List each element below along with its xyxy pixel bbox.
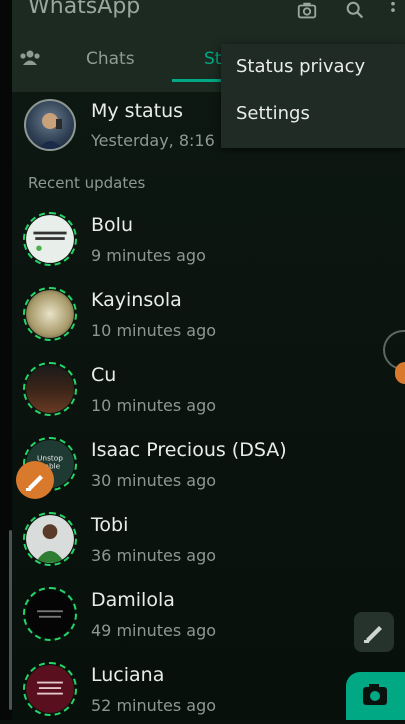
contact-avatar[interactable]	[26, 665, 74, 713]
my-status-avatar[interactable]	[24, 99, 76, 151]
my-status-time: Yesterday, 8:16	[91, 131, 215, 150]
contact-avatar[interactable]	[26, 215, 74, 263]
contact-name[interactable]: Bolu	[91, 214, 133, 236]
contact-time: 49 minutes ago	[91, 621, 217, 640]
contact-name[interactable]: Luciana	[91, 664, 164, 686]
pencil-fab[interactable]	[354, 612, 394, 652]
contact-time: 10 minutes ago	[91, 321, 217, 340]
tab-chats[interactable]: Chats	[86, 49, 135, 69]
menu-item-status-privacy[interactable]: Status privacy	[236, 56, 365, 77]
camera-fab[interactable]	[346, 672, 405, 720]
contact-time: 30 minutes ago	[91, 471, 217, 490]
my-status-name[interactable]: My status	[91, 100, 183, 122]
recent-updates-label: Recent updates	[28, 174, 146, 192]
contact-time: 9 minutes ago	[91, 246, 206, 265]
contact-name[interactable]: Tobi	[91, 514, 128, 536]
search-icon[interactable]	[344, 0, 366, 22]
side-dot	[395, 362, 405, 384]
contact-time: 52 minutes ago	[91, 696, 217, 715]
contact-name[interactable]: Damilola	[91, 589, 175, 611]
whatsapp-status-screen: WhatsApp Chats St My status Yesterday, 8…	[0, 0, 405, 720]
menu-item-settings[interactable]: Settings	[236, 103, 310, 124]
scrollbar[interactable]	[9, 530, 12, 710]
contact-time: 10 minutes ago	[91, 396, 217, 415]
overflow-menu: Status privacy Settings	[221, 44, 405, 148]
contact-name[interactable]: Cu	[91, 364, 116, 386]
camera-icon	[363, 684, 387, 705]
contact-time: 36 minutes ago	[91, 546, 217, 565]
more-vert-icon[interactable]	[386, 0, 400, 22]
contact-avatar[interactable]	[26, 365, 74, 413]
camera-icon[interactable]	[296, 0, 318, 22]
contact-avatar[interactable]	[26, 590, 74, 638]
contact-avatar[interactable]	[26, 290, 74, 338]
app-title: WhatsApp	[28, 0, 141, 19]
contact-name[interactable]: Isaac Precious (DSA)	[91, 439, 287, 461]
contact-name[interactable]: Kayinsola	[91, 289, 182, 311]
communities-icon[interactable]	[18, 48, 42, 68]
pencil-icon	[364, 626, 382, 643]
contact-avatar[interactable]	[26, 515, 74, 563]
tab-status[interactable]: St	[204, 49, 221, 69]
edit-badge[interactable]	[16, 461, 54, 499]
